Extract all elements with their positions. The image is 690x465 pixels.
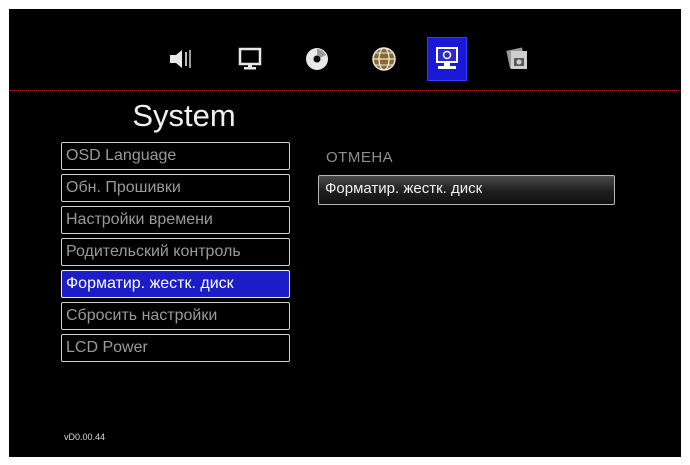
tab-network[interactable]: [364, 37, 404, 81]
tab-system[interactable]: [427, 37, 467, 81]
menu-item-time-settings[interactable]: Настройки времени: [61, 206, 290, 234]
menu-item-lcd-power[interactable]: LCD Power: [61, 334, 290, 362]
monitor-icon: [238, 47, 262, 70]
system-settings-icon: [436, 47, 458, 69]
tab-playback[interactable]: [297, 37, 337, 81]
disc-icon: [306, 48, 328, 70]
menu-item-format-hdd[interactable]: Форматир. жестк. диск: [61, 270, 290, 298]
tab-video[interactable]: [230, 37, 270, 81]
page-title: System: [132, 98, 236, 133]
speaker-icon: [170, 50, 191, 68]
menu-item-osd-language[interactable]: OSD Language: [61, 142, 290, 170]
cancel-option[interactable]: ОТМЕНА: [326, 149, 393, 166]
tab-media[interactable]: [497, 37, 537, 81]
firmware-version: vD0.00.44: [64, 432, 106, 442]
tv-screen: System OSD Language Обн. Прошивки Настро…: [9, 9, 681, 457]
menu-item-reset-settings[interactable]: Сбросить настройки: [61, 302, 290, 330]
system-menu: OSD Language Обн. Прошивки Настройки вре…: [61, 142, 290, 366]
tab-audio[interactable]: [161, 37, 201, 81]
globe-icon: [372, 47, 396, 71]
menu-item-firmware-update[interactable]: Обн. Прошивки: [61, 174, 290, 202]
format-hdd-option[interactable]: Форматир. жестк. диск: [318, 175, 615, 205]
menu-item-parental-control[interactable]: Родительский контроль: [61, 238, 290, 266]
media-folder-icon: [506, 47, 527, 69]
header-divider: [9, 90, 681, 91]
